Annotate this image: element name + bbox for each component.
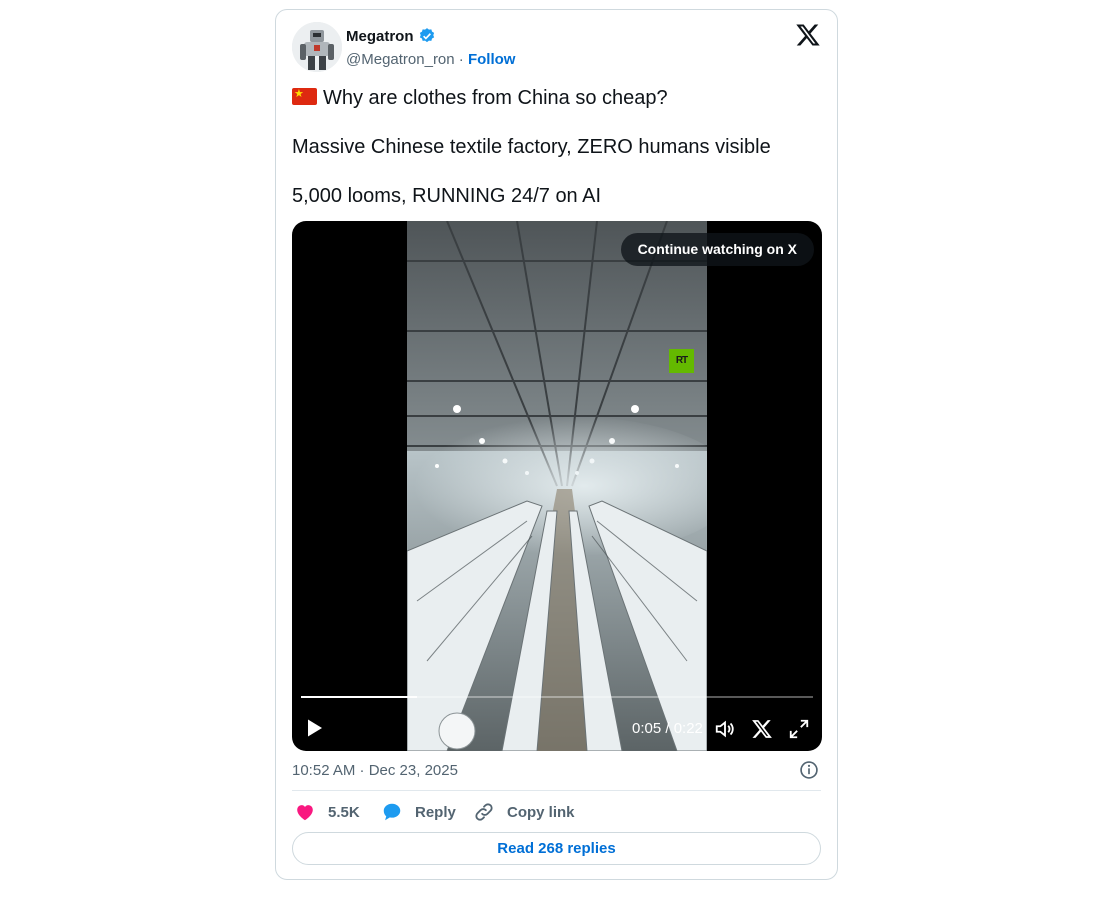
tweet-line-1: Why are clothes from China so cheap? <box>292 85 822 111</box>
video-progress-bar[interactable] <box>301 696 813 698</box>
heart-icon <box>297 805 313 821</box>
tweet-timestamp[interactable]: 10:52 AM · Dec 23, 2025 <box>292 762 458 779</box>
author-name-row[interactable]: Megatron <box>346 27 436 45</box>
tweet-text: Why are clothes from China so cheap? Mas… <box>292 85 822 232</box>
tweet-line-2: Massive Chinese textile factory, ZERO hu… <box>292 136 771 158</box>
verified-badge-icon <box>419 28 434 43</box>
x-logo-icon[interactable] <box>795 22 821 48</box>
copy-link-label: Copy link <box>507 803 575 821</box>
rt-watermark: RT <box>669 349 694 373</box>
author-handle[interactable]: @Megatron_ron <box>346 51 455 68</box>
author-name[interactable]: Megatron <box>346 28 414 45</box>
link-icon <box>475 803 493 821</box>
tweet-line-1-text: Why are clothes from China so cheap? <box>323 87 668 109</box>
separator-dot: · <box>458 51 464 68</box>
handle-row: @Megatron_ron · Follow <box>346 51 515 68</box>
reply-label: Reply <box>415 803 456 821</box>
divider <box>292 790 821 791</box>
video-frame[interactable] <box>407 221 707 751</box>
like-button[interactable]: 5.5K <box>294 801 360 823</box>
volume-icon[interactable] <box>714 718 736 740</box>
read-replies-button[interactable]: Read 268 replies <box>292 832 821 865</box>
reply-button[interactable]: Reply <box>381 801 456 823</box>
copy-link-button[interactable]: Copy link <box>473 801 575 823</box>
tweet-line-3: 5,000 looms, RUNNING 24/7 on AI <box>292 185 602 207</box>
like-count: 5.5K <box>328 803 360 821</box>
info-icon[interactable] <box>799 760 819 780</box>
speech-bubble-icon <box>383 803 401 821</box>
fullscreen-icon[interactable] <box>788 718 810 740</box>
x-button-icon[interactable] <box>751 718 773 740</box>
play-icon[interactable] <box>306 718 324 738</box>
video-time: 0:05 / 0:22 <box>632 720 703 737</box>
avatar[interactable] <box>292 22 342 72</box>
video-player[interactable]: RT Continue watching on X 0:05 / 0:22 <box>292 221 822 751</box>
continue-watching-button[interactable]: Continue watching on X <box>620 233 814 266</box>
follow-button[interactable]: Follow <box>468 51 516 68</box>
video-progress-fill <box>301 696 418 698</box>
tweet-card: Megatron @Megatron_ron · Follow Why are … <box>275 9 838 880</box>
china-flag-icon <box>292 86 317 105</box>
